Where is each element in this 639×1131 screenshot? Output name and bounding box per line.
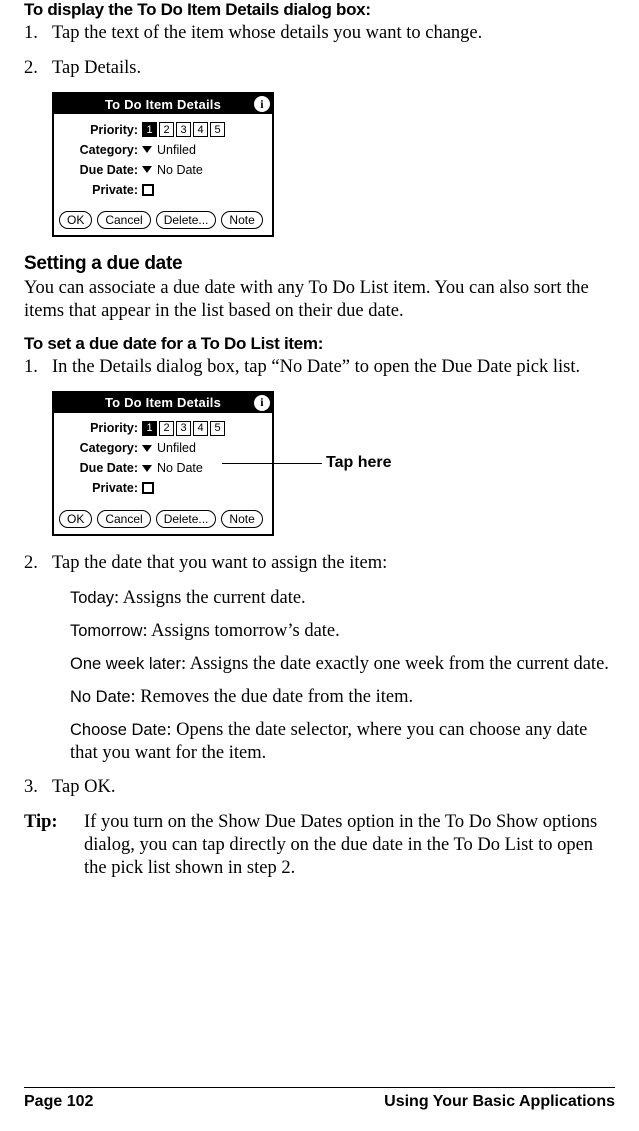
priority-3[interactable]: 3 bbox=[176, 421, 191, 436]
heading-display-dialog: To display the To Do Item Details dialog… bbox=[24, 0, 615, 20]
dialog-screenshot-1: To Do Item Details i Priority: 1 2 3 4 5 bbox=[52, 92, 615, 237]
due-date-dropdown[interactable]: No Date bbox=[142, 163, 203, 177]
option-no-date: No Date: Removes the due date from the i… bbox=[70, 686, 615, 709]
option-today: Today: Assigns the current date. bbox=[70, 587, 615, 610]
private-label: Private: bbox=[60, 183, 142, 197]
info-icon[interactable]: i bbox=[254, 96, 270, 112]
priority-selector[interactable]: 1 2 3 4 5 bbox=[142, 421, 225, 436]
cancel-button[interactable]: Cancel bbox=[97, 510, 150, 528]
option-text: : Assigns the date exactly one week from… bbox=[181, 654, 609, 674]
due-date-value: No Date bbox=[157, 461, 203, 475]
tip-text: If you turn on the Show Due Dates option… bbox=[84, 811, 615, 880]
delete-button[interactable]: Delete... bbox=[156, 510, 217, 528]
priority-5[interactable]: 5 bbox=[210, 122, 225, 137]
chevron-down-icon bbox=[142, 445, 152, 452]
priority-2[interactable]: 2 bbox=[159, 421, 174, 436]
dialog-title-bar: To Do Item Details i bbox=[54, 94, 272, 114]
heading-setting-due-date: Setting a due date bbox=[24, 253, 615, 275]
heading-set-due-date: To set a due date for a To Do List item: bbox=[24, 334, 615, 354]
step2-text: Tap Details. bbox=[24, 57, 615, 80]
category-label: Category: bbox=[60, 143, 142, 157]
note-button[interactable]: Note bbox=[221, 211, 262, 229]
option-choose-date: Choose Date: Opens the date selector, wh… bbox=[70, 719, 615, 765]
priority-3[interactable]: 3 bbox=[176, 122, 191, 137]
info-icon[interactable]: i bbox=[254, 395, 270, 411]
option-label: No Date bbox=[70, 688, 131, 706]
tip-label: Tip: bbox=[24, 811, 84, 880]
option-label: Today bbox=[70, 589, 114, 607]
priority-label: Priority: bbox=[60, 123, 142, 137]
priority-label: Priority: bbox=[60, 421, 142, 435]
chevron-down-icon bbox=[142, 166, 152, 173]
category-dropdown[interactable]: Unfiled bbox=[142, 441, 196, 455]
option-text: : Assigns the current date. bbox=[114, 588, 306, 608]
tip-block: Tip: If you turn on the Show Due Dates o… bbox=[24, 811, 615, 880]
intro-text: You can associate a due date with any To… bbox=[24, 277, 615, 323]
option-text: : Assigns tomorrow’s date. bbox=[142, 621, 339, 641]
chevron-down-icon bbox=[142, 465, 152, 472]
dialog-title-text: To Do Item Details bbox=[105, 395, 221, 410]
priority-4[interactable]: 4 bbox=[193, 122, 208, 137]
private-checkbox[interactable] bbox=[142, 482, 154, 494]
option-one-week: One week later: Assigns the date exactly… bbox=[70, 653, 615, 676]
option-tomorrow: Tomorrow: Assigns tomorrow’s date. bbox=[70, 620, 615, 643]
footer-page-number: Page 102 bbox=[24, 1093, 93, 1111]
ok-button[interactable]: OK bbox=[59, 510, 92, 528]
footer-section-title: Using Your Basic Applications bbox=[384, 1093, 615, 1111]
option-text: : Removes the due date from the item. bbox=[131, 687, 414, 707]
priority-selector[interactable]: 1 2 3 4 5 bbox=[142, 122, 225, 137]
delete-button[interactable]: Delete... bbox=[156, 211, 217, 229]
chevron-down-icon bbox=[142, 146, 152, 153]
private-checkbox[interactable] bbox=[142, 184, 154, 196]
option-label: Tomorrow bbox=[70, 622, 142, 640]
priority-1[interactable]: 1 bbox=[142, 122, 157, 137]
step1-text: Tap the text of the item whose details y… bbox=[24, 22, 615, 45]
callout-tap-here: Tap here bbox=[326, 454, 392, 472]
category-label: Category: bbox=[60, 441, 142, 455]
ok-button[interactable]: OK bbox=[59, 211, 92, 229]
option-label: Choose Date bbox=[70, 721, 166, 739]
cancel-button[interactable]: Cancel bbox=[97, 211, 150, 229]
category-value: Unfiled bbox=[157, 143, 196, 157]
set-step1: In the Details dialog box, tap “No Date”… bbox=[24, 356, 615, 379]
dialog-title-bar: To Do Item Details i bbox=[54, 393, 272, 413]
priority-2[interactable]: 2 bbox=[159, 122, 174, 137]
due-date-value: No Date bbox=[157, 163, 203, 177]
set-step2-intro: Tap the date that you want to assign the… bbox=[24, 552, 615, 575]
category-dropdown[interactable]: Unfiled bbox=[142, 143, 196, 157]
priority-4[interactable]: 4 bbox=[193, 421, 208, 436]
due-date-label: Due Date: bbox=[60, 461, 142, 475]
priority-1[interactable]: 1 bbox=[142, 421, 157, 436]
priority-5[interactable]: 5 bbox=[210, 421, 225, 436]
note-button[interactable]: Note bbox=[221, 510, 262, 528]
category-value: Unfiled bbox=[157, 441, 196, 455]
private-label: Private: bbox=[60, 481, 142, 495]
option-label: One week later bbox=[70, 655, 181, 673]
due-date-dropdown[interactable]: No Date bbox=[142, 461, 203, 475]
dialog-title-text: To Do Item Details bbox=[105, 97, 221, 112]
set-step3: Tap OK. bbox=[24, 776, 615, 799]
callout-line bbox=[222, 463, 322, 464]
dialog-screenshot-2: To Do Item Details i Priority: 1 2 3 4 5 bbox=[52, 391, 615, 536]
due-date-label: Due Date: bbox=[60, 163, 142, 177]
